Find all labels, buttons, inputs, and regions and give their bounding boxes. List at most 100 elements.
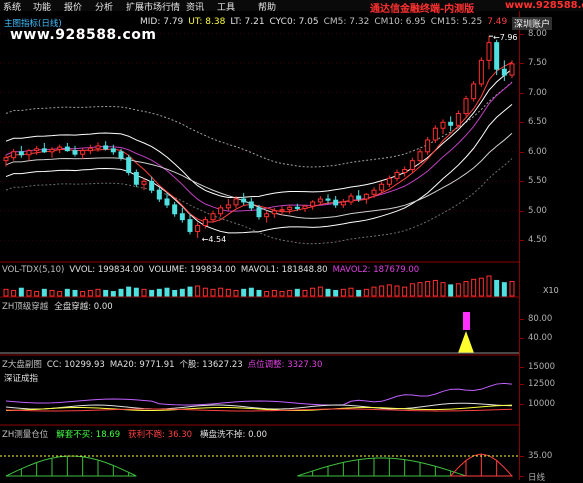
volume-bar-19 <box>149 289 155 297</box>
price-axis-label-0: 8.00 <box>528 28 547 39</box>
volume-bar-29 <box>225 288 231 297</box>
candle-body-33 <box>256 207 262 218</box>
candle-body-0 <box>3 157 9 162</box>
candle-body-48 <box>371 189 377 195</box>
candle-body-47 <box>363 193 369 200</box>
vol-title-item-3: MAVOL1: 181848.80 <box>240 265 328 275</box>
volume-bar-11 <box>87 289 93 297</box>
volume-panel-title: VOL-TDX(5,10) VVOL: 199834.00 VOLUME: 1998… <box>2 265 424 275</box>
position-axis-label-1-tick <box>519 476 524 477</box>
volume-bar-55 <box>425 281 431 297</box>
volume-bar-14 <box>110 291 116 297</box>
volume-bar-25 <box>195 285 201 297</box>
price-axis-label-4-tick <box>519 151 524 153</box>
candle-body-45 <box>348 195 354 203</box>
candle-body-64 <box>494 42 500 70</box>
ma-red <box>5 61 513 223</box>
price-header-item-2: LT: 7.21 <box>230 17 265 27</box>
candle-body-40 <box>310 201 316 207</box>
volume-bar-35 <box>271 289 277 297</box>
price-header: MID: 7.79 UT: 8.38 LT: 7.21 CYC0: 7.05 CM5: … <box>140 17 512 27</box>
candle-body-41 <box>317 198 323 203</box>
vol-title-item-2: VOLUME: 199834.00 <box>148 265 236 275</box>
candle-body-28 <box>218 207 224 215</box>
candle-body-21 <box>164 198 170 206</box>
price-axis-label-5-tick <box>519 181 524 183</box>
volume-bar-48 <box>371 286 377 297</box>
candle-body-31 <box>241 198 247 203</box>
volume-bar-23 <box>179 288 185 297</box>
candle-body-25 <box>195 225 201 232</box>
candle-body-37 <box>287 206 293 211</box>
volume-bar-0 <box>3 288 9 297</box>
price-axis-label-6-tick <box>519 210 524 212</box>
market-axis-label-2: 10000 <box>528 399 556 409</box>
candle-body-56 <box>432 127 438 141</box>
mkt-title-item-1: CC: 10299.93 <box>46 360 105 370</box>
candle-body-10 <box>80 150 86 155</box>
candle-body-44 <box>340 201 346 206</box>
price-header-item-0: MID: 7.79 <box>140 17 184 27</box>
volume-bar-21 <box>164 287 170 297</box>
band-outer-lower <box>5 158 513 245</box>
zh-title-item-0: ZH顶级穿越 <box>2 302 49 312</box>
volume-bar-49 <box>379 285 385 297</box>
volume-bar-1 <box>11 289 17 297</box>
zh-spike-top <box>463 312 470 330</box>
volume-bar-43 <box>333 289 339 297</box>
candle-body-32 <box>248 201 254 209</box>
candle-body-59 <box>455 112 461 126</box>
volume-bar-50 <box>386 284 392 297</box>
price-axis-label-3-tick <box>519 122 524 124</box>
volume-bar-44 <box>340 288 346 297</box>
candle-body-49 <box>379 183 385 191</box>
price-header-item-1: UT: 8.38 <box>188 17 226 27</box>
price-header-item-6: CM15: 5.25 <box>430 17 483 27</box>
low-price-label: ←4.54 <box>202 235 227 244</box>
candle-body-57 <box>440 121 446 129</box>
mkt-title-item-0: Z大盘副图 <box>2 360 42 370</box>
volume-bar-33 <box>256 289 262 297</box>
position-axis-label-0-tick <box>519 456 524 457</box>
volume-bar-59 <box>455 283 461 297</box>
candle-body-20 <box>156 189 162 200</box>
volume-bar-34 <box>264 291 270 297</box>
volume-bar-10 <box>80 291 86 297</box>
pos-title-item-3: 横盘洗不掉: 0.00 <box>200 430 268 440</box>
volume-bar-37 <box>287 289 293 297</box>
pos-title-item-0: ZH测量仓位 <box>2 430 49 440</box>
volume-bar-27 <box>210 288 216 297</box>
candle-body-29 <box>225 204 231 209</box>
candle-body-63 <box>486 42 492 61</box>
volume-bar-22 <box>172 289 178 297</box>
zh-panel-title: ZH顶级穿越 全盘穿越: 0.00 <box>2 300 119 312</box>
volume-bar-51 <box>394 285 400 297</box>
volume-bar-45 <box>348 287 354 297</box>
candle-body-17 <box>133 171 139 185</box>
volume-bar-40 <box>310 287 316 297</box>
volume-bar-7 <box>57 291 63 297</box>
price-axis-label-2: 7.00 <box>528 87 547 98</box>
market-axis-label-0-tick <box>519 367 524 368</box>
price-axis-label-5: 5.50 <box>528 176 547 187</box>
market-axis-label-0: 15000 <box>528 362 556 372</box>
candle-body-22 <box>172 204 178 215</box>
candle-body-7 <box>57 146 63 150</box>
price-axis-label-2-tick <box>519 92 524 94</box>
zh-title-item-1: 全盘穿越: 0.00 <box>54 302 113 312</box>
volume-bar-8 <box>64 288 70 297</box>
volume-bar-30 <box>233 289 239 297</box>
pos-title-item-2: 获利不跑: 36.30 <box>128 430 193 440</box>
mkt-title-item-3: 个股: 13627.23 <box>179 360 243 370</box>
volume-bar-46 <box>356 289 362 297</box>
volume-bar-9 <box>72 289 78 297</box>
volume-bar-38 <box>294 288 300 297</box>
pos-title-item-1: 解套不买: 18.69 <box>56 430 121 440</box>
candle-body-18 <box>141 180 147 185</box>
candle-body-30 <box>233 198 239 206</box>
candle-body-13 <box>103 145 109 150</box>
volume-bar-36 <box>279 291 285 297</box>
volume-bar-58 <box>448 284 454 297</box>
candle-body-26 <box>202 219 208 227</box>
position-green-area-2 <box>297 457 467 477</box>
